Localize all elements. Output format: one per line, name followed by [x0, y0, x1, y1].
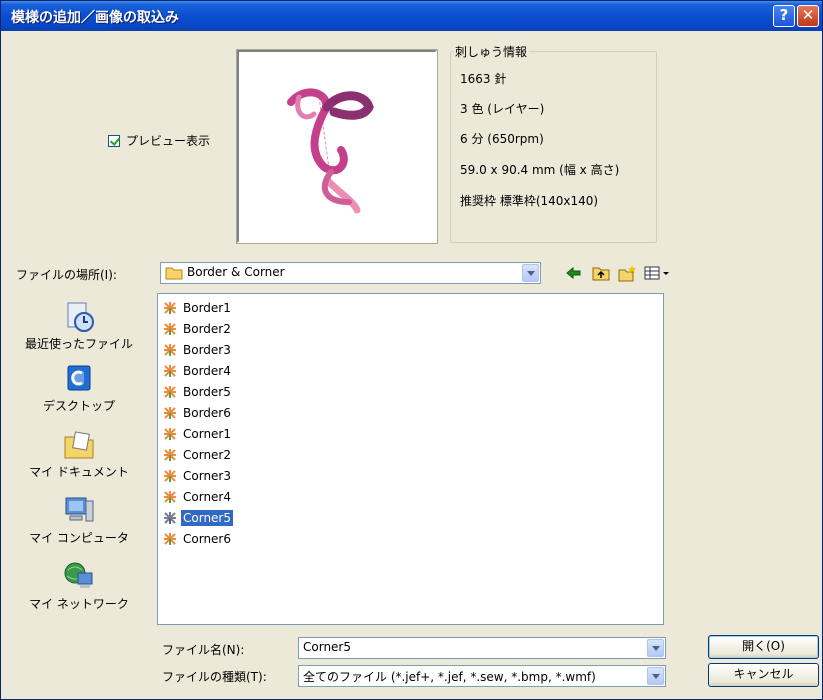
file-item[interactable]: Corner3 [162, 466, 233, 485]
window-title: 模様の追加／画像の取込み [11, 10, 179, 26]
recent-files-icon [62, 301, 96, 333]
place-my-network[interactable]: マイ ネットワーク [9, 561, 149, 612]
file-list[interactable]: Border1 Border2 Border3 Border4 Border5 … [157, 293, 664, 625]
file-item[interactable]: Border2 [162, 319, 233, 338]
embroidery-file-icon [162, 342, 178, 358]
file-item[interactable]: Border1 [162, 298, 233, 317]
view-menu-icon[interactable] [643, 263, 671, 283]
chevron-down-icon[interactable] [647, 667, 664, 685]
new-folder-icon[interactable] [617, 263, 637, 283]
embroidery-file-icon [162, 426, 178, 442]
title-bar[interactable]: 模様の追加／画像の取込み ? ✕ [1, 1, 822, 31]
place-desktop-label: デスクトップ [42, 399, 115, 413]
info-group-legend: 刺しゅう情報 [453, 43, 530, 60]
place-my-documents[interactable]: マイ ドキュメント [9, 429, 149, 480]
chevron-down-icon[interactable] [647, 639, 664, 657]
my-network-icon [62, 561, 96, 593]
embroidery-file-icon [162, 363, 178, 379]
filetype-label: ファイルの種類(T): [162, 670, 267, 684]
sew-time: 6 分 (650rpm) [460, 132, 544, 146]
my-computer-icon [62, 495, 96, 527]
file-name: Border2 [183, 321, 231, 336]
file-name: Corner5 [180, 508, 234, 527]
file-item[interactable]: Border5 [162, 382, 233, 401]
open-button[interactable]: 開く(O) [708, 635, 819, 659]
file-item[interactable]: Border3 [162, 340, 233, 359]
file-item[interactable]: Corner6 [162, 529, 233, 548]
checkbox-checked-icon[interactable] [108, 134, 120, 147]
file-name: Border5 [183, 384, 231, 399]
embroidery-file-icon [162, 300, 178, 316]
filename-value[interactable]: Corner5 [303, 640, 351, 654]
file-name: Corner3 [183, 468, 231, 483]
file-item[interactable]: Corner1 [162, 424, 233, 443]
desktop-icon [62, 363, 96, 395]
help-button[interactable]: ? [773, 5, 795, 27]
preview-checkbox-label: プレビュー表示 [126, 134, 211, 148]
place-recent-label: 最近使ったファイル [24, 337, 133, 351]
places-bar: 最近使ったファイル デスクトップ マイ ドキュメント マイ コンピュータ マイ … [9, 293, 149, 623]
my-documents-icon [62, 429, 96, 461]
place-my-network-label: マイ ネットワーク [29, 597, 129, 611]
file-item[interactable]: Corner4 [162, 487, 233, 506]
embroidery-file-icon [162, 405, 178, 421]
recommended-hoop: 推奨枠 標準枠(140x140) [460, 194, 599, 208]
filename-combobox[interactable]: Corner5 [298, 637, 666, 659]
file-item[interactable]: Corner2 [162, 445, 233, 464]
filetype-combobox[interactable]: 全てのファイル (*.jef+, *.jef, *.sew, *.bmp, *.… [298, 665, 666, 687]
file-name: Corner2 [183, 447, 231, 462]
filetype-value: 全てのファイル (*.jef+, *.jef, *.sew, *.bmp, *.… [303, 670, 596, 684]
chevron-down-icon[interactable] [522, 264, 539, 282]
embroidery-file-icon [162, 468, 178, 484]
file-item[interactable]: Border6 [162, 403, 233, 422]
file-name: Corner1 [183, 426, 231, 441]
place-my-computer[interactable]: マイ コンピュータ [9, 495, 149, 546]
close-button[interactable]: ✕ [797, 5, 819, 27]
file-name: Border3 [183, 342, 231, 357]
embroidery-info-group: 刺しゅう情報 1663 針 3 色 (レイヤー) 6 分 (650rpm) 59… [450, 43, 657, 243]
file-item-selected[interactable]: Corner5 [162, 508, 234, 527]
file-name: Corner4 [183, 489, 231, 504]
place-recent[interactable]: 最近使ったファイル [9, 301, 149, 352]
location-value: Border & Corner [187, 265, 285, 279]
file-item[interactable]: Border4 [162, 361, 233, 380]
embroidery-file-icon [162, 384, 178, 400]
design-size: 59.0 x 90.4 mm (幅 x 高さ) [460, 163, 620, 177]
cancel-button[interactable]: キャンセル [708, 663, 819, 687]
file-name: Corner6 [183, 531, 231, 546]
color-count: 3 色 (レイヤー) [460, 102, 545, 116]
place-my-documents-label: マイ ドキュメント [29, 465, 129, 479]
file-name: Border1 [183, 300, 231, 315]
stitch-count: 1663 針 [460, 72, 507, 86]
embroidery-preview-image [287, 88, 374, 214]
embroidery-file-icon [162, 531, 178, 547]
embroidery-file-icon [162, 321, 178, 337]
place-my-computer-label: マイ コンピュータ [29, 531, 129, 545]
file-name: Border4 [183, 363, 231, 378]
file-name: Border6 [183, 405, 231, 420]
file-open-dialog: 模様の追加／画像の取込み ? ✕ プレビュー表示 刺しゅう情報 1663 針 3… [0, 0, 823, 700]
place-desktop[interactable]: デスクトップ [9, 363, 149, 414]
location-combobox[interactable]: Border & Corner [160, 262, 541, 284]
folder-icon [165, 267, 183, 280]
location-label: ファイルの場所(I): [16, 268, 117, 282]
embroidery-file-icon [162, 510, 178, 526]
back-arrow-icon[interactable] [564, 263, 584, 283]
embroidery-file-icon [162, 489, 178, 505]
up-folder-icon[interactable] [591, 263, 611, 283]
embroidery-file-icon [162, 447, 178, 463]
preview-checkbox[interactable]: プレビュー表示 [108, 132, 210, 149]
filename-label: ファイル名(N): [162, 643, 245, 657]
preview-pane [236, 49, 438, 244]
